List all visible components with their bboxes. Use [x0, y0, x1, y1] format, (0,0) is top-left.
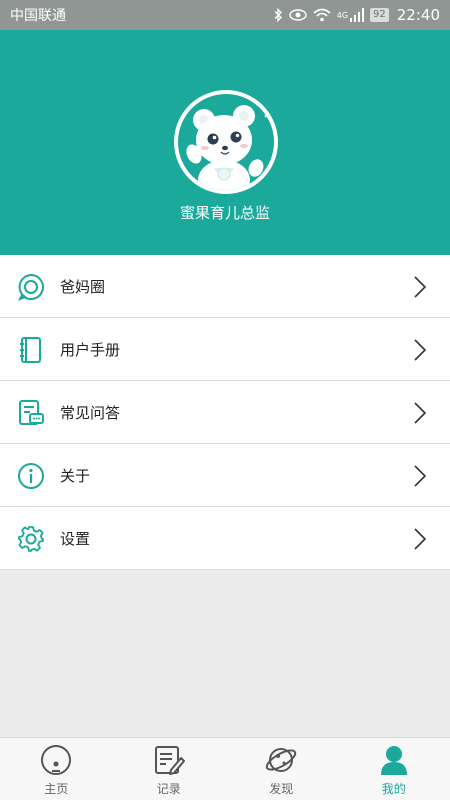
gear-icon	[18, 526, 44, 552]
chevron-right-icon	[414, 402, 426, 424]
battery-indicator: 92	[370, 8, 389, 22]
info-icon	[18, 463, 44, 489]
tab-discover[interactable]: 发现	[225, 738, 338, 800]
status-icons: 4G 92 22:40	[273, 6, 440, 24]
chevron-right-icon	[414, 465, 426, 487]
menu-item-about[interactable]: 关于	[0, 444, 450, 507]
bottom-tab-bar: 主页 记录 发现 我的	[0, 737, 450, 800]
menu-item-label: 设置	[60, 529, 91, 548]
username: 蜜果育儿总监	[179, 204, 270, 222]
signal-icon	[350, 8, 365, 22]
menu-item-label: 关于	[60, 466, 91, 485]
carrier-label: 中国联通	[10, 8, 66, 24]
menu-list: 爸妈圈 用户手册 常见问答 关于 设置	[0, 255, 450, 570]
notebook-icon	[20, 337, 41, 363]
tab-label: 记录	[156, 782, 181, 796]
clock: 22:40	[396, 6, 440, 24]
menu-item-settings[interactable]: 设置	[0, 507, 450, 570]
chevron-right-icon	[414, 276, 426, 298]
eye-icon	[289, 9, 307, 21]
menu-item-label: 常见问答	[60, 403, 121, 422]
menu-item-user-manual[interactable]: 用户手册	[0, 318, 450, 381]
status-bar: 中国联通 4G 92 22:40	[0, 0, 450, 30]
bear-avatar-icon	[178, 94, 274, 190]
bluetooth-icon	[274, 8, 282, 22]
tab-label: 我的	[381, 782, 406, 796]
menu-item-label: 爸妈圈	[60, 277, 106, 296]
chat-circle-icon	[17, 273, 44, 301]
user-icon	[380, 746, 407, 775]
tab-label: 发现	[269, 782, 294, 796]
wifi-icon	[313, 8, 331, 22]
menu-item-parents-circle[interactable]: 爸妈圈	[0, 255, 450, 318]
planet-icon	[266, 748, 297, 772]
avatar[interactable]	[174, 90, 278, 194]
menu-item-label: 用户手册	[60, 340, 121, 359]
chevron-right-icon	[414, 339, 426, 361]
menu-item-faq[interactable]: 常见问答	[0, 381, 450, 444]
profile-header: 蜜果育儿总监	[0, 30, 450, 255]
tab-label: 主页	[44, 782, 69, 796]
tab-home[interactable]: 主页	[0, 738, 113, 800]
record-edit-icon	[154, 746, 185, 775]
chevron-right-icon	[414, 528, 426, 550]
home-disc-icon	[41, 745, 72, 775]
network-type-label: 4G	[336, 10, 349, 20]
tab-mine[interactable]: 我的	[338, 738, 450, 800]
tab-record[interactable]: 记录	[113, 738, 226, 800]
faq-document-icon	[19, 400, 44, 425]
